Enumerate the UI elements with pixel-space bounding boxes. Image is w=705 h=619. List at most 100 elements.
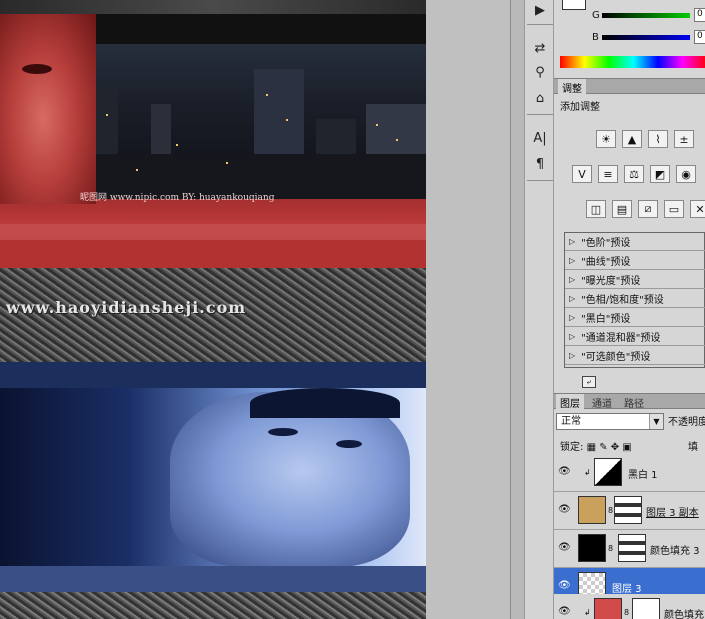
preset-item[interactable]: ▷ "通道混和器"预设 [565,328,705,346]
lock-label: 锁定: [560,442,584,453]
site-watermark-text: www.haoyidiansheji.com [6,298,247,317]
sliders-icon[interactable]: ⇄ [529,38,551,58]
tab-channels[interactable]: 通道 [588,394,616,410]
exposure-icon[interactable]: ± [674,130,694,148]
right-panels: G 0 B 0 调整 添加调整 ☀ ▲ ⌇ ± V ≡ ⚖ ◩ ◉ ◫ ▤ ⧄ … [554,0,705,619]
panel-divider[interactable] [510,0,524,619]
g-slider[interactable] [602,13,690,18]
blue-top-band [0,362,426,388]
color-balance-icon[interactable]: ⚖ [624,165,644,183]
marble-texture-band-bottom [0,592,426,619]
window-light [136,169,138,171]
preset-label: "可选颜色"预设 [581,352,651,363]
preset-item[interactable]: ▷ "曝光度"预设 [565,271,705,289]
curves-icon[interactable]: ⌇ [648,130,668,148]
clip-arrow-icon: ↲ [584,468,591,477]
lock-position-icon[interactable]: ✥ [611,442,619,453]
link-chain-icon: 8 [608,544,614,553]
expand-triangle-icon: ▷ [569,294,576,303]
layer-row[interactable]: 👁 8 图层 3 副本 [554,492,705,530]
tab-adjustments[interactable]: 调整 [558,79,586,95]
black-white-icon[interactable]: ◩ [650,165,670,183]
city-night-image [76,44,426,199]
visibility-eye-icon[interactable]: 👁 [558,504,571,515]
g-channel-label: G [592,10,600,21]
clip-arrow-icon: ↲ [584,608,591,617]
b-channel-label: B [592,32,599,43]
preset-item[interactable]: ▷ "黑白"预设 [565,309,705,327]
stamp-icon[interactable]: ⌂ [529,88,551,108]
fill-color-thumbnail [594,598,622,619]
link-chain-icon: 8 [608,506,614,515]
visibility-eye-icon[interactable]: 👁 [558,466,571,477]
character-icon[interactable]: A| [529,128,551,148]
lock-image-icon[interactable]: ✎ [599,442,607,453]
blue-bottom-band [0,566,426,592]
foreground-color-swatch[interactable] [562,0,586,10]
preset-item[interactable]: ▷ "曲线"预设 [565,252,705,270]
brightness-icon[interactable]: ☀ [596,130,616,148]
adjustment-icons-row-3: ◫ ▤ ⧄ ▭ ✕ [586,200,705,218]
preset-item[interactable]: ▷ "色阶"预设 [565,233,705,251]
document-canvas[interactable]: 昵图网 www.nipic.com BY: huayankouqiang www… [0,0,426,619]
color-spectrum-bar[interactable] [560,56,705,68]
blend-mode-select[interactable]: 正常 ▼ [556,413,664,430]
top-marble-strip [0,0,426,14]
expand-triangle-icon: ▷ [569,351,576,360]
add-adjustment-title: 添加调整 [560,102,600,113]
expand-triangle-icon: ▷ [569,275,576,284]
preset-label: "曲线"预设 [581,257,631,268]
separator [527,24,553,25]
red-bottom-band [0,240,426,268]
brush-tool-icon[interactable]: ⚲ [529,62,551,82]
nipic-watermark: 昵图网 www.nipic.com BY: huayankouqiang [80,193,275,203]
preset-item[interactable]: ▷ "可选颜色"预设 [565,347,705,365]
expand-triangle-icon: ▷ [569,332,576,341]
color-panel: G 0 B 0 [554,0,705,78]
visibility-eye-icon[interactable]: 👁 [558,606,571,617]
preset-label: "色阶"预设 [581,238,631,249]
adjustment-icons-row-1: ☀ ▲ ⌇ ± [596,130,694,148]
vibrance-icon[interactable]: V [572,165,592,183]
lock-all-icon[interactable]: ▣ [622,442,631,453]
return-to-list-icon[interactable]: ⤶ [582,376,596,388]
tab-layers[interactable]: 图层 [556,394,584,410]
blue-face-eye [336,440,362,448]
visibility-eye-icon[interactable]: 👁 [558,580,571,591]
red-translucent-band [0,224,426,240]
paragraph-icon[interactable]: ¶ [529,154,551,174]
photo-filter-icon[interactable]: ◉ [676,165,696,183]
b-value-field[interactable]: 0 [694,30,705,44]
adjustment-icons-row-2: V ≡ ⚖ ◩ ◉ [572,165,696,183]
adjustment-thumbnail [594,458,622,486]
preset-label: "色相/饱和度"预设 [581,295,664,306]
blue-face-hair [250,388,400,418]
tab-paths[interactable]: 路径 [620,394,648,410]
layer-name: 图层 3 [612,584,642,595]
invert-icon[interactable]: ◫ [586,200,606,218]
layer-row[interactable]: 👁 ↲ 8 颜色填充 [554,594,705,619]
g-value-field[interactable]: 0 [694,8,705,22]
layer-name: 图层 3 副本 [646,508,699,519]
lock-transparent-icon[interactable]: ▦ [587,442,596,453]
levels-icon[interactable]: ▲ [622,130,642,148]
play-icon[interactable]: ▶ [529,0,551,20]
mask-thumbnail [614,496,642,524]
preset-label: "通道混和器"预设 [581,333,661,344]
layer-row[interactable]: 👁 8 颜色填充 3 [554,530,705,568]
preset-item[interactable]: ▷ "色相/饱和度"预设 [565,290,705,308]
separator [527,114,553,115]
gradient-map-icon[interactable]: ▭ [664,200,684,218]
blend-mode-value: 正常 [561,416,581,427]
opacity-label: 不透明度 [668,417,705,428]
b-slider[interactable] [602,35,690,40]
layer-row[interactable]: 👁 ↲ 黑白 1 [554,454,705,492]
layer-name: 颜色填充 [664,610,704,619]
selective-color-icon[interactable]: ✕ [690,200,705,218]
fill-color-thumbnail [578,534,606,562]
posterize-icon[interactable]: ▤ [612,200,632,218]
threshold-icon[interactable]: ⧄ [638,200,658,218]
window-light [376,124,378,126]
hue-saturation-icon[interactable]: ≡ [598,165,618,183]
visibility-eye-icon[interactable]: 👁 [558,542,571,553]
